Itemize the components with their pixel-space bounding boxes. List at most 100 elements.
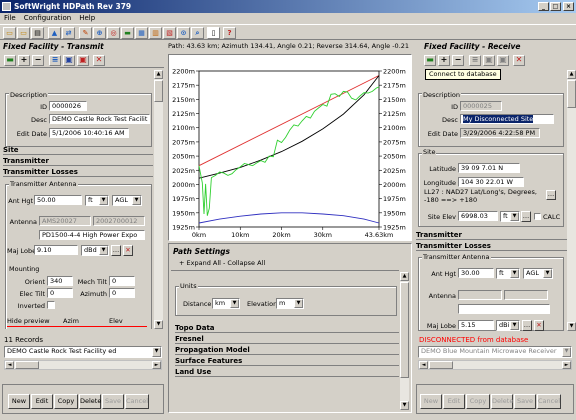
right-section-transmitter-losses[interactable]: Transmitter Losses	[416, 242, 567, 251]
expand-all-link[interactable]: + Expand All	[179, 259, 221, 267]
section-surface-features[interactable]: Surface Features	[175, 357, 399, 366]
import-icon[interactable]: ▣	[77, 55, 89, 66]
left-copy-button[interactable]: Copy	[54, 394, 78, 409]
left-save-button[interactable]: Save	[102, 394, 124, 409]
add-icon[interactable]: +	[438, 55, 450, 66]
right-site-elev-field[interactable]: 6998.03	[458, 211, 498, 221]
scroll-left-icon[interactable]: ◄	[5, 361, 14, 369]
right-maj-lobe-browse-button[interactable]: …	[522, 320, 532, 331]
left-desc-field[interactable]: DEMO Castle Rock Test Facilit	[49, 114, 150, 124]
left-horizontal-scrollbar[interactable]: ◄ ►	[4, 360, 162, 370]
scroll-down-icon[interactable]: ▼	[400, 401, 409, 410]
right-maj-lobe-unit-select[interactable]: dBi ▼	[496, 320, 520, 331]
swap-icon[interactable]: ⇄	[62, 27, 75, 39]
help-icon[interactable]: ?	[223, 27, 236, 39]
left-ant-hgt-unit-select[interactable]: ft ▼	[85, 195, 109, 206]
right-latitude-field[interactable]: 39 09 7.01 N	[458, 163, 520, 173]
maximize-button[interactable]: □	[550, 2, 561, 11]
right-scroll-thumb[interactable]	[567, 80, 576, 108]
scroll-down-icon[interactable]: ▼	[154, 320, 163, 329]
right-cancel-button[interactable]: Cancel	[537, 394, 561, 409]
scroll-right-icon[interactable]: ►	[562, 361, 571, 369]
search-icon[interactable]: ⌕	[191, 27, 204, 39]
left-maj-lobe-unit-select[interactable]: dBd ▼	[81, 245, 109, 256]
left-facility-select[interactable]: DEMO Castle Rock Test Facility ed ▼	[4, 346, 162, 358]
right-edit-button[interactable]: Edit	[443, 394, 465, 409]
left-vertical-scrollbar[interactable]: ▲ ▼	[154, 70, 163, 329]
left-maj-lobe-field[interactable]: 9.10	[34, 245, 78, 255]
folder-icon[interactable]: ▭	[17, 27, 30, 39]
left-hscroll-thumb[interactable]	[15, 361, 39, 369]
right-section-transmitter[interactable]: Transmitter	[416, 231, 567, 240]
collapse-all-link[interactable]: - Collapse All	[223, 259, 265, 267]
section-topo-data[interactable]: Topo Data	[175, 324, 399, 333]
right-hscroll-thumb[interactable]	[429, 361, 453, 369]
import-icon[interactable]: ▣	[497, 55, 509, 66]
left-maj-lobe-browse-button[interactable]: …	[111, 245, 121, 256]
left-section-transmitter-losses[interactable]: Transmitter Losses	[3, 168, 153, 177]
right-delete-button[interactable]: Delete	[491, 394, 513, 409]
menu-configuration[interactable]: Configuration	[20, 13, 75, 24]
left-maj-lobe-clear-button[interactable]: ✕	[123, 245, 133, 256]
scroll-down-icon[interactable]: ▼	[567, 322, 576, 331]
edit-icon[interactable]: ✎	[79, 27, 92, 39]
right-agl-select[interactable]: AGL ▼	[523, 268, 553, 279]
chevron-down-icon[interactable]: ▼	[510, 321, 519, 330]
left-elec-tilt-field[interactable]: 0	[47, 288, 73, 298]
left-edit-button[interactable]: Edit	[31, 394, 53, 409]
left-antenna-model-field[interactable]: PD1500-4-4 High Power Expo	[39, 230, 145, 240]
left-mech-tilt-field[interactable]: 0	[109, 276, 135, 286]
open-folder-icon[interactable]: ▭	[3, 27, 16, 39]
chevron-down-icon[interactable]: ▼	[510, 269, 519, 278]
scroll-left-icon[interactable]: ◄	[419, 361, 428, 369]
left-scroll-thumb[interactable]	[154, 80, 163, 102]
scroll-up-icon[interactable]: ▲	[400, 272, 409, 281]
left-section-transmitter[interactable]: Transmitter	[3, 157, 153, 166]
path-settings-scroll-thumb[interactable]	[400, 282, 409, 378]
right-new-button[interactable]: New	[420, 394, 442, 409]
document-icon[interactable]: ▯	[207, 27, 220, 39]
right-antenna-model-field[interactable]	[458, 304, 550, 314]
list-icon[interactable]: ≡	[49, 55, 61, 66]
connect-icon[interactable]: ▬	[4, 55, 16, 66]
chevron-down-icon[interactable]: ▼	[99, 246, 108, 255]
report-icon[interactable]: ▥	[149, 27, 162, 39]
left-id-field[interactable]: 0000026	[49, 101, 87, 111]
elevation-unit-select[interactable]: m ▼	[276, 298, 304, 309]
connect-icon[interactable]: ▬	[424, 55, 436, 66]
datum-browse-button[interactable]: …	[546, 190, 556, 200]
right-ant-hgt-field[interactable]: 30.00	[458, 268, 494, 278]
chevron-down-icon[interactable]: ▼	[99, 196, 108, 205]
distance-unit-select[interactable]: km ▼	[212, 298, 240, 309]
settings-icon[interactable]: ▧	[163, 27, 176, 39]
chevron-down-icon[interactable]: ▼	[510, 212, 519, 221]
left-inverted-checkbox[interactable]	[47, 301, 55, 309]
right-site-elev-unit-select[interactable]: ft ▼	[500, 211, 520, 222]
section-fresnel[interactable]: Fresnel	[175, 335, 399, 344]
left-delete-button[interactable]: Delete	[79, 394, 101, 409]
right-vertical-scrollbar[interactable]: ▲ ▼	[567, 70, 576, 331]
scroll-right-icon[interactable]: ►	[152, 361, 161, 369]
map-icon[interactable]: ▦	[135, 27, 148, 39]
filter-icon[interactable]: ✕	[93, 55, 105, 66]
remove-icon[interactable]: −	[452, 55, 464, 66]
scroll-up-icon[interactable]: ▲	[154, 70, 163, 79]
right-maj-lobe-field[interactable]: 5.15	[458, 320, 494, 330]
left-azimuth-field[interactable]: 0	[109, 288, 135, 298]
path-settings-scrollbar[interactable]: ▲ ▼	[400, 272, 409, 410]
site-elev-browse-button[interactable]: …	[521, 211, 531, 222]
section-land-use[interactable]: Land Use	[175, 368, 399, 377]
terrain-icon[interactable]: ▬	[121, 27, 134, 39]
section-propagation-model[interactable]: Propagation Model	[175, 346, 399, 355]
right-facility-select[interactable]: DEMO Blue Mountain Microwave Receiver ▼	[418, 346, 572, 358]
close-button[interactable]: ×	[563, 2, 574, 11]
right-ant-hgt-unit-select[interactable]: ft ▼	[496, 268, 520, 279]
list-icon[interactable]: ≡	[469, 55, 481, 66]
scroll-up-icon[interactable]: ▲	[567, 70, 576, 79]
left-section-site[interactable]: Site	[3, 146, 153, 155]
remove-icon[interactable]: −	[32, 55, 44, 66]
print-icon[interactable]: ▤	[31, 27, 44, 39]
link-icon[interactable]: ⊕	[93, 27, 106, 39]
chevron-down-icon[interactable]: ▼	[543, 269, 552, 278]
right-longitude-field[interactable]: 104 30 22.01 W	[458, 177, 524, 187]
